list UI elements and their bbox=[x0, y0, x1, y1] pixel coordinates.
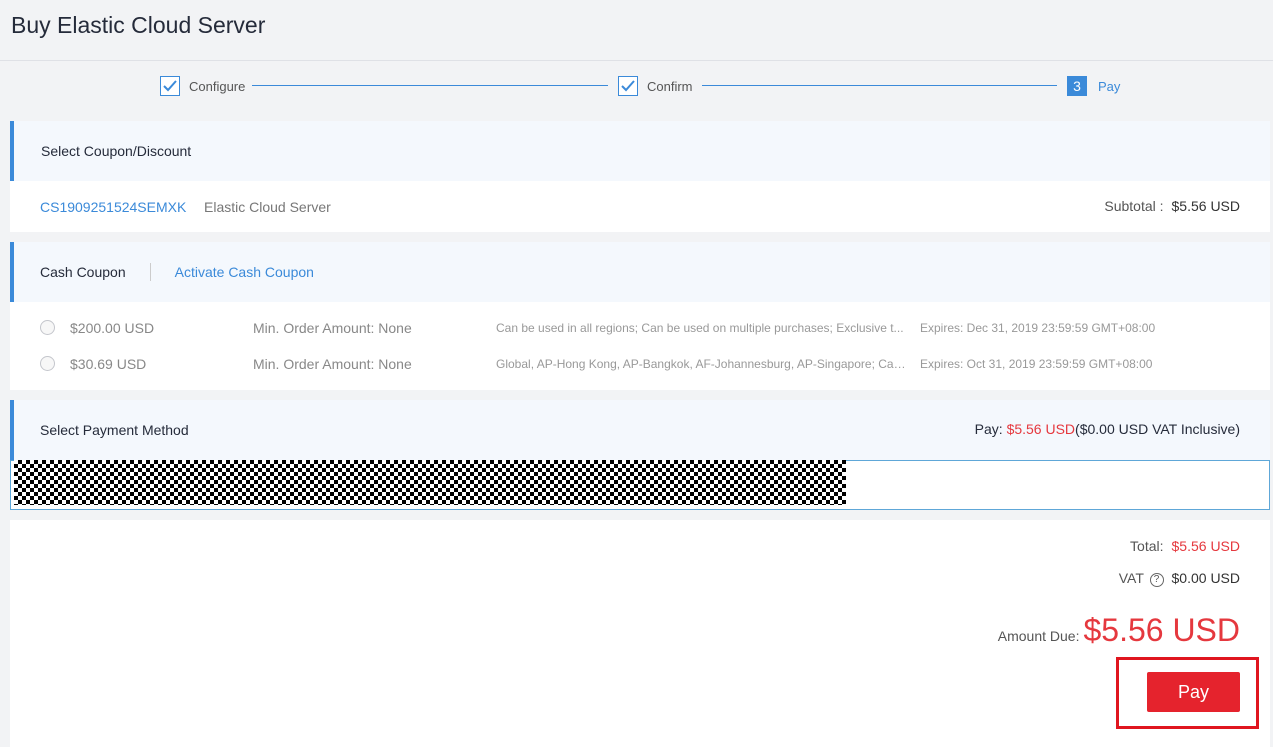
pay-amount-summary: Pay: $5.56 USD($0.00 USD VAT Inclusive) bbox=[975, 421, 1240, 437]
cash-coupon-list: $200.00 USD Min. Order Amount: None Can … bbox=[10, 302, 1270, 390]
step-label: Confirm bbox=[647, 78, 693, 94]
coupon-min-order: Min. Order Amount: None bbox=[253, 320, 412, 336]
coupon-expiry: Expires: Oct 31, 2019 23:59:59 GMT+08:00 bbox=[920, 357, 1153, 371]
total-value: $5.56 USD bbox=[1171, 538, 1240, 554]
tab-cash-coupon[interactable]: Cash Coupon bbox=[40, 264, 126, 280]
page-title: Buy Elastic Cloud Server bbox=[11, 12, 266, 38]
list-item: $30.69 USD Min. Order Amount: None Globa… bbox=[10, 352, 1270, 378]
amount-due-value: $5.56 USD bbox=[1083, 612, 1240, 648]
subtotal-label: Subtotal : bbox=[1104, 198, 1164, 214]
order-row: CS1909251524SEMXK Elastic Cloud Server S… bbox=[10, 181, 1270, 232]
step-connector bbox=[702, 85, 1057, 86]
vat-value: $0.00 USD bbox=[1171, 570, 1240, 586]
payment-method-header: Select Payment Method Pay: $5.56 USD($0.… bbox=[10, 400, 1270, 460]
step-connector bbox=[252, 85, 608, 86]
step-confirm: Confirm bbox=[618, 76, 693, 96]
total-line: Total: $5.56 USD bbox=[1130, 538, 1240, 554]
step-number: 3 bbox=[1067, 76, 1087, 96]
step-configure: Configure bbox=[160, 76, 245, 96]
step-label: Pay bbox=[1098, 78, 1121, 94]
list-item: $200.00 USD Min. Order Amount: None Can … bbox=[10, 316, 1270, 342]
order-id-link[interactable]: CS1909251524SEMXK bbox=[40, 199, 186, 215]
amount-due-label: Amount Due: bbox=[997, 628, 1080, 644]
activate-cash-coupon-link[interactable]: Activate Cash Coupon bbox=[175, 264, 314, 280]
vat-note: ($0.00 USD VAT Inclusive) bbox=[1075, 421, 1240, 437]
vat-label: VAT bbox=[1118, 570, 1144, 586]
payment-method-option[interactable] bbox=[10, 460, 1270, 510]
coupon-expiry: Expires: Dec 31, 2019 23:59:59 GMT+08:00 bbox=[920, 321, 1156, 335]
help-icon[interactable]: ? bbox=[1149, 572, 1164, 587]
coupon-min-order: Min. Order Amount: None bbox=[253, 356, 412, 372]
coupon-description: Can be used in all regions; Can be used … bbox=[496, 321, 904, 335]
coupon-amount: $200.00 USD bbox=[70, 320, 155, 336]
coupon-radio[interactable] bbox=[40, 356, 55, 371]
coupon-description: Global, AP-Hong Kong, AP-Bangkok, AF-Joh… bbox=[496, 357, 906, 371]
section-title: Select Coupon/Discount bbox=[41, 143, 192, 159]
coupon-amount: $30.69 USD bbox=[70, 356, 147, 372]
vat-line: VAT ? $0.00 USD bbox=[1119, 570, 1240, 587]
section-title: Select Payment Method bbox=[40, 422, 189, 438]
step-label: Configure bbox=[189, 78, 246, 94]
amount-due-line: Amount Due: $5.56 USD bbox=[998, 612, 1240, 649]
tab-divider bbox=[149, 263, 151, 281]
step-pay: 3 Pay bbox=[1067, 76, 1120, 96]
subtotal: Subtotal : $5.56 USD bbox=[1104, 198, 1240, 214]
coupon-section-header: Select Coupon/Discount bbox=[10, 121, 1270, 181]
order-summary: Total: $5.56 USD VAT ? $0.00 USD Amount Du… bbox=[10, 520, 1270, 747]
check-icon bbox=[618, 76, 638, 96]
total-label: Total: bbox=[1130, 538, 1164, 554]
header-divider bbox=[0, 60, 1273, 61]
subtotal-value: $5.56 USD bbox=[1171, 198, 1240, 214]
check-icon bbox=[160, 76, 180, 96]
coupon-radio[interactable] bbox=[40, 320, 55, 335]
product-name: Elastic Cloud Server bbox=[204, 199, 331, 215]
pay-button[interactable]: Pay bbox=[1147, 672, 1240, 712]
cash-coupon-header: Cash Coupon Activate Cash Coupon bbox=[10, 242, 1270, 302]
redacted-payment-info bbox=[14, 460, 846, 505]
pay-amount: $5.56 USD bbox=[1006, 421, 1076, 437]
pay-label: Pay: bbox=[974, 421, 1003, 437]
